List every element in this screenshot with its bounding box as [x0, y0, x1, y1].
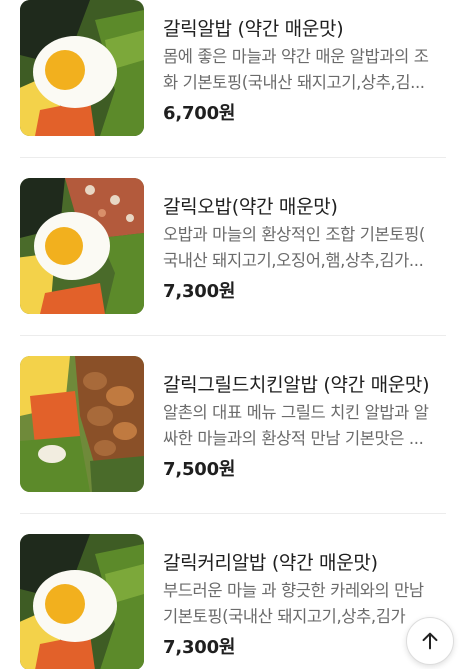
menu-item-image [20, 356, 144, 492]
menu-list: 갈릭알밥 (약간 매운맛) 몸에 좋은 마늘과 약간 매운 알밥과의 조 화 기… [0, 0, 466, 669]
menu-item[interactable]: 갈릭오밥(약간 매운맛) 오밥과 마늘의 환상적인 조합 기본토핑( 국내산 돼… [0, 158, 466, 336]
description-line: 오밥과 마늘의 환상적인 조합 기본토핑( [163, 225, 425, 244]
description-line: 국내산 돼지고기,오징어,햄,상추,김가... [163, 251, 424, 270]
menu-item-name: 갈릭알밥 (약간 매운맛) [163, 18, 344, 40]
description-line: 기본토핑(국내산 돼지고기,상추,김가 [163, 607, 406, 626]
menu-item[interactable]: 갈릭알밥 (약간 매운맛) 몸에 좋은 마늘과 약간 매운 알밥과의 조 화 기… [0, 0, 466, 158]
menu-item-description: 오밥과 마늘의 환상적인 조합 기본토핑( 국내산 돼지고기,오징어,햄,상추,… [163, 222, 451, 274]
menu-item-description: 몸에 좋은 마늘과 약간 매운 알밥과의 조 화 기본토핑(국내산 돼지고기,상… [163, 44, 451, 96]
scroll-to-top-button[interactable] [406, 617, 454, 665]
menu-item-name: 갈릭커리알밥 (약간 매운맛) [163, 552, 378, 574]
description-line: 부드러운 마늘 과 향긋한 카레와의 만남 [163, 581, 424, 600]
menu-item-price: 7,300원 [163, 637, 236, 658]
description-line: 화 기본토핑(국내산 돼지고기,상추,김... [163, 73, 425, 92]
description-line: 싸한 마늘과의 환상적 만남 기본맛은 ... [163, 429, 424, 448]
menu-item-name: 갈릭오밥(약간 매운맛) [163, 196, 338, 218]
description-line: 알촌의 대표 메뉴 그릴드 치킨 알밥과 알 [163, 403, 429, 422]
menu-item-price: 6,700원 [163, 103, 236, 124]
arrow-up-icon [422, 632, 438, 650]
menu-item[interactable]: 갈릭커리알밥 (약간 매운맛) 부드러운 마늘 과 향긋한 카레와의 만남 기본… [0, 514, 466, 669]
menu-item[interactable]: 갈릭그릴드치킨알밥 (약간 매운맛) 알촌의 대표 메뉴 그릴드 치킨 알밥과 … [0, 336, 466, 514]
menu-item-image [20, 534, 144, 669]
description-line: 몸에 좋은 마늘과 약간 매운 알밥과의 조 [163, 47, 429, 66]
menu-item-description: 알촌의 대표 메뉴 그릴드 치킨 알밥과 알 싸한 마늘과의 환상적 만남 기본… [163, 400, 451, 452]
menu-item-price: 7,300원 [163, 281, 236, 302]
menu-item-description: 부드러운 마늘 과 향긋한 카레와의 만남 기본토핑(국내산 돼지고기,상추,김… [163, 578, 451, 630]
menu-item-image [20, 0, 144, 136]
menu-item-name: 갈릭그릴드치킨알밥 (약간 매운맛) [163, 374, 430, 396]
menu-item-image [20, 178, 144, 314]
menu-item-price: 7,500원 [163, 459, 236, 480]
